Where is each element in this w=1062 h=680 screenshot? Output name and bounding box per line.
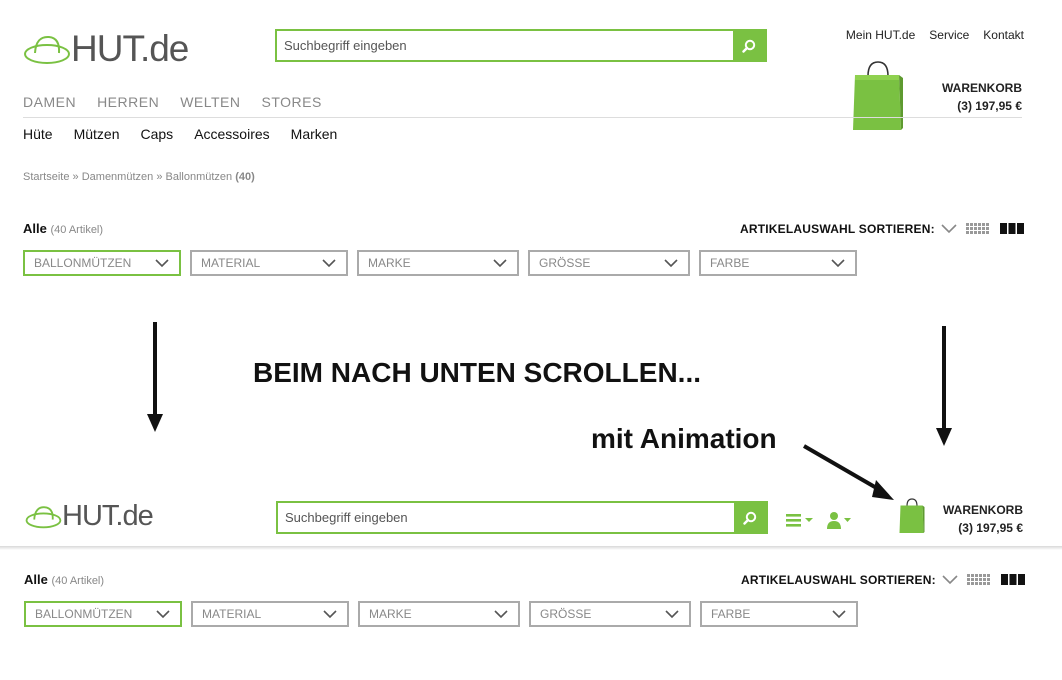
- filter-dropdown-groesse[interactable]: GRÖSSE: [528, 250, 690, 276]
- dropdown-label: MATERIAL: [201, 256, 261, 270]
- dropdown-label: MATERIAL: [202, 607, 262, 621]
- breadcrumb-count: (40): [235, 171, 255, 183]
- sticky-filter-dropdown-farbe[interactable]: FARBE: [700, 601, 858, 627]
- sticky-shopping-bag-icon[interactable]: [898, 498, 926, 534]
- sticky-logo[interactable]: HUT.de: [25, 500, 154, 533]
- filter-dropdown-farbe[interactable]: FARBE: [699, 250, 857, 276]
- subnav-item-muetzen[interactable]: Mützen: [74, 126, 120, 142]
- arrow-diagonal-icon: [802, 444, 894, 500]
- hat-logo-icon: [25, 506, 62, 529]
- grid-view-small-icon[interactable]: [967, 574, 992, 585]
- grid-view-large-icon[interactable]: [1000, 223, 1024, 234]
- breadcrumb-separator: »: [72, 171, 79, 183]
- sticky-header-shadow: [0, 546, 1062, 550]
- dropdown-label: GRÖSSE: [540, 607, 592, 621]
- grid-view-small-icon[interactable]: [966, 223, 991, 234]
- hat-logo-icon: [24, 35, 70, 64]
- arrow-down-left-icon: [147, 322, 163, 432]
- breadcrumb: Startseite » Damenmützen » Ballonmützen …: [23, 171, 255, 183]
- top-link-service[interactable]: Service: [929, 28, 969, 42]
- sticky-search-box[interactable]: [276, 501, 768, 534]
- annotation-animation: mit Animation: [591, 423, 777, 454]
- filter-dropdown-material[interactable]: MATERIAL: [190, 250, 348, 276]
- search-button[interactable]: [733, 31, 765, 60]
- logo-text: HUT.de: [62, 500, 154, 532]
- main-nav: DAMEN HERREN WELTEN STORES: [23, 94, 322, 110]
- sort-label[interactable]: ARTIKELAUSWAHL SORTIEREN:: [740, 222, 935, 236]
- breadcrumb-separator: »: [156, 171, 163, 183]
- filter-dropdown-ballonmuetzen[interactable]: BALLONMÜTZEN: [23, 250, 181, 276]
- chevron-down-icon[interactable]: [941, 224, 957, 234]
- top-link-mein-hut[interactable]: Mein HUT.de: [846, 28, 915, 42]
- search-input[interactable]: [277, 31, 733, 60]
- chevron-down-icon: [665, 609, 679, 618]
- logo-text: HUT.de: [71, 28, 189, 69]
- subnav-item-huete[interactable]: Hüte: [23, 126, 53, 142]
- search-box[interactable]: [275, 29, 767, 62]
- breadcrumb-item-startseite[interactable]: Startseite: [23, 171, 69, 183]
- breadcrumb-item-damenmuetzen[interactable]: Damenmützen: [82, 171, 154, 183]
- dropdown-label: BALLONMÜTZEN: [34, 256, 132, 270]
- sticky-search-button[interactable]: [734, 503, 766, 532]
- shopping-bag-icon[interactable]: [851, 60, 905, 132]
- menu-icon[interactable]: [786, 512, 814, 528]
- chevron-down-icon: [493, 258, 507, 267]
- subnav-item-marken[interactable]: Marken: [291, 126, 338, 142]
- search-icon: [743, 511, 757, 525]
- nav-item-damen[interactable]: DAMEN: [23, 94, 76, 110]
- cart-total: (3) 197,95 €: [958, 521, 1023, 535]
- annotation-scroll: BEIM NACH UNTEN SCROLLEN...: [253, 357, 701, 388]
- chevron-down-icon: [155, 258, 169, 267]
- dropdown-label: BALLONMÜTZEN: [35, 607, 133, 621]
- chevron-down-icon: [831, 258, 845, 267]
- top-link-kontakt[interactable]: Kontakt: [983, 28, 1024, 42]
- nav-item-stores[interactable]: STORES: [262, 94, 322, 110]
- sticky-filter-title: Alle (40 Artikel): [24, 572, 104, 587]
- cart-summary[interactable]: WARENKORB (3) 197,95 €: [942, 79, 1022, 115]
- filter-dropdown-marke[interactable]: MARKE: [357, 250, 519, 276]
- search-icon: [742, 39, 756, 53]
- nav-item-welten[interactable]: WELTEN: [180, 94, 240, 110]
- breadcrumb-item-ballonmuetzen: Ballonmützen: [165, 171, 233, 183]
- nav-divider: [23, 117, 1022, 118]
- filter-count: (40 Artikel): [50, 224, 104, 236]
- cart-total: (3) 197,95 €: [957, 99, 1022, 113]
- dropdown-label: FARBE: [711, 607, 751, 621]
- chevron-down-icon: [494, 609, 508, 618]
- sticky-filter-dropdown-marke[interactable]: MARKE: [358, 601, 520, 627]
- sticky-search-input[interactable]: [278, 503, 734, 532]
- dropdown-label: FARBE: [710, 256, 750, 270]
- grid-view-large-icon[interactable]: [1001, 574, 1025, 585]
- chevron-down-icon: [156, 609, 170, 618]
- sub-nav: Hüte Mützen Caps Accessoires Marken: [23, 126, 337, 142]
- top-links: Mein HUT.de Service Kontakt: [846, 28, 1024, 42]
- sticky-cart-summary[interactable]: WARENKORB (3) 197,95 €: [943, 501, 1023, 537]
- chevron-down-icon: [832, 609, 846, 618]
- sticky-sort-label[interactable]: ARTIKELAUSWAHL SORTIEREN:: [741, 573, 936, 587]
- chevron-down-icon[interactable]: [942, 575, 958, 585]
- logo[interactable]: HUT.de: [23, 28, 189, 70]
- user-account-icon[interactable]: [826, 510, 852, 530]
- subnav-item-accessoires[interactable]: Accessoires: [194, 126, 269, 142]
- sticky-filter-dropdown-ballonmuetzen[interactable]: BALLONMÜTZEN: [24, 601, 182, 627]
- dropdown-label: GRÖSSE: [539, 256, 591, 270]
- sticky-filter-dropdown-material[interactable]: MATERIAL: [191, 601, 349, 627]
- arrow-down-right-icon: [936, 326, 952, 446]
- nav-item-herren[interactable]: HERREN: [97, 94, 159, 110]
- filter-title: Alle (40 Artikel): [23, 221, 103, 236]
- chevron-down-icon: [664, 258, 678, 267]
- cart-title: WARENKORB: [943, 503, 1023, 517]
- chevron-down-icon: [323, 609, 337, 618]
- filter-title-text: Alle: [23, 221, 47, 236]
- dropdown-label: MARKE: [369, 607, 412, 621]
- subnav-item-caps[interactable]: Caps: [141, 126, 174, 142]
- dropdown-label: MARKE: [368, 256, 411, 270]
- chevron-down-icon: [322, 258, 336, 267]
- filter-count: (40 Artikel): [51, 575, 105, 587]
- filter-title-text: Alle: [24, 572, 48, 587]
- sticky-filter-dropdown-groesse[interactable]: GRÖSSE: [529, 601, 691, 627]
- cart-title: WARENKORB: [942, 81, 1022, 95]
